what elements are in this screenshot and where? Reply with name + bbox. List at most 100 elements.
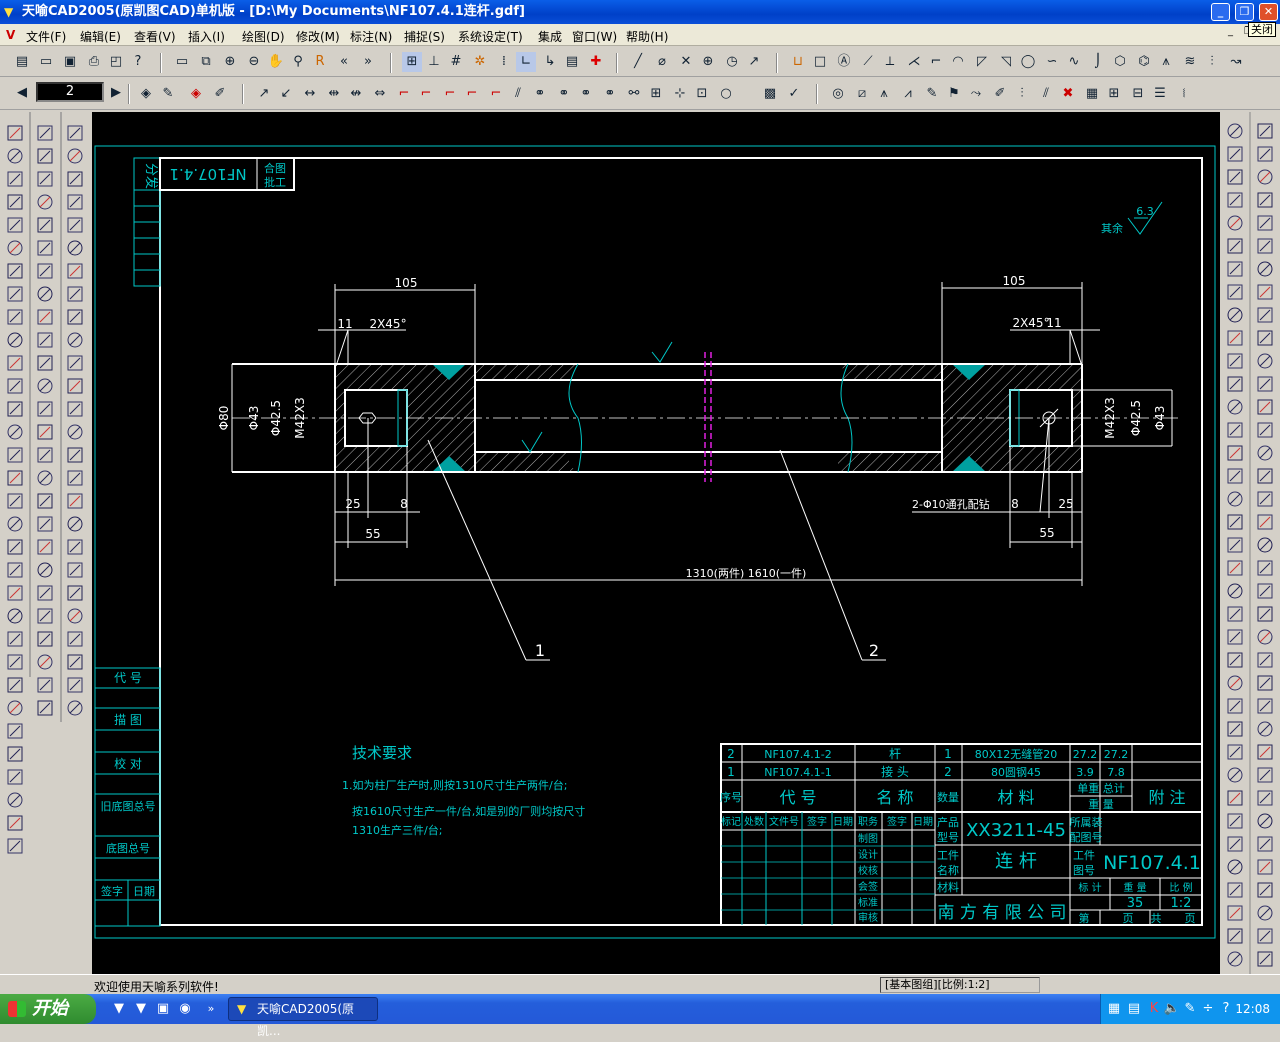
previous-layer-icon[interactable]: ◀ (12, 83, 32, 103)
print-icon[interactable]: ⎙ (84, 52, 104, 72)
extend-icon[interactable]: ↗ (744, 52, 764, 72)
grid-table-icon[interactable]: ⊞ (1104, 84, 1124, 104)
move-icon[interactable]: ⚭ (554, 84, 574, 104)
menu-window[interactable]: 窗口(W) (572, 28, 617, 45)
block-icon[interactable]: ⊔ (788, 52, 808, 72)
dim-baseline-icon[interactable]: ⇹ (324, 84, 344, 104)
left-tool-icons[interactable] (0, 112, 92, 974)
crosshair-icon[interactable]: ✚ (586, 52, 606, 72)
tray-antivirus-icon[interactable]: K (1145, 1000, 1163, 1018)
circle-tool-icon[interactable]: ○ (716, 84, 736, 104)
thread-icon[interactable]: ⫶ (1202, 52, 1222, 72)
corner-icon[interactable]: ⌐ (926, 52, 946, 72)
check-icon[interactable]: ✓ (784, 84, 804, 104)
fillet-icon[interactable]: ⌐ (394, 84, 414, 104)
close-button[interactable]: ✕ (1259, 3, 1278, 21)
cross-icon[interactable]: ✕ (676, 52, 696, 72)
mirror-icon[interactable]: ⫽ (508, 84, 528, 104)
redraw-icon[interactable]: ▭ (172, 52, 192, 72)
dim-linear-icon[interactable]: ↗ (254, 84, 274, 104)
insert-point-icon[interactable]: ⟂ (880, 52, 900, 72)
ortho-icon[interactable]: ⊥ (424, 52, 444, 72)
tray-input-icon[interactable]: ✎ (1181, 1000, 1199, 1018)
previous-view-icon[interactable]: « (334, 52, 354, 72)
pencil-icon[interactable]: ✐ (990, 84, 1010, 104)
minimize-button[interactable]: _ (1211, 3, 1230, 21)
center-mark-icon[interactable]: ⊕ (698, 52, 718, 72)
properties-icon[interactable]: ▤ (562, 52, 582, 72)
menu-view[interactable]: 查看(V) (134, 28, 176, 45)
layer-prop-icon[interactable]: ✐ (210, 84, 230, 104)
window-zoom-icon[interactable]: ⧉ (196, 52, 216, 72)
flag-icon[interactable]: ◸ (972, 52, 992, 72)
zoom-in-icon[interactable]: ⊕ (220, 52, 240, 72)
weld-icon[interactable]: ⋌ (904, 52, 924, 72)
rotate-icon[interactable]: ◷ (722, 52, 742, 72)
text-list-icon[interactable]: ☰ (1150, 84, 1170, 104)
refresh-icon[interactable]: R (310, 52, 330, 72)
wave-icon[interactable]: ∿ (1064, 52, 1084, 72)
stretch-icon[interactable]: ⚯ (624, 84, 644, 104)
leader-line-icon[interactable]: ◹ (996, 52, 1016, 72)
line-tool-icon[interactable]: ╱ (628, 52, 648, 72)
mdi-minimize-icon[interactable]: _ (1228, 26, 1233, 37)
hook-icon[interactable]: ⌡ (1088, 52, 1108, 72)
start-button[interactable]: 开始 (0, 994, 96, 1024)
tray-volume-icon[interactable]: 🔈 (1163, 1000, 1181, 1018)
zoom-realtime-icon[interactable]: ⚲ (288, 52, 308, 72)
chamfer-icon[interactable]: ⌐ (416, 84, 436, 104)
stamp-icon[interactable]: ⚑ (944, 84, 964, 104)
menu-settings[interactable]: 系统设定(T) (458, 28, 523, 45)
drawing-canvas[interactable]: 分发 NF107.4.1 合图 批工 其余 6.3 105 105 11 11 … (92, 112, 1220, 974)
trim-icon[interactable]: ⌐ (440, 84, 460, 104)
layer-manager-icon[interactable]: ◈ (136, 84, 156, 104)
zigzag-icon[interactable]: ⩘ (898, 84, 918, 104)
join-icon[interactable]: ⊡ (692, 84, 712, 104)
menu-file[interactable]: 文件(F) (26, 28, 66, 45)
angle-snap-icon[interactable]: ∟ (516, 52, 536, 72)
curve-icon[interactable]: ∽ (1042, 52, 1062, 72)
array-icon[interactable]: ⚭ (530, 84, 550, 104)
break-line-icon[interactable]: ↝ (1226, 52, 1246, 72)
tray-display-icon[interactable]: ▤ (1125, 1000, 1143, 1018)
menu-edit[interactable]: 编辑(E) (80, 28, 121, 45)
object-snap-icon[interactable]: ✲ (470, 52, 490, 72)
pan-hand-icon[interactable]: ✋ (266, 52, 286, 72)
hatch-icon[interactable]: ▩ (760, 84, 780, 104)
pen-icon[interactable]: ✎ (922, 84, 942, 104)
quicklaunch-editor-icon[interactable]: ▣ (154, 1000, 172, 1018)
next-layer-icon[interactable]: ▶ (106, 83, 126, 103)
frame-icon[interactable]: □ (810, 52, 830, 72)
layer-edit-icon[interactable]: ✎ (158, 84, 178, 104)
new-file-icon[interactable]: ▤ (12, 52, 32, 72)
ruler-icon[interactable]: ⫶ (1012, 84, 1032, 104)
menu-snap[interactable]: 捕捉(S) (404, 28, 445, 45)
menu-help[interactable]: 帮助(H) (626, 28, 668, 45)
quicklaunch-more-icon[interactable]: » (202, 1000, 220, 1018)
copy-icon[interactable]: ⚭ (576, 84, 596, 104)
group-icon[interactable]: ⊞ (646, 84, 666, 104)
delete-icon[interactable]: ✖ (1058, 84, 1078, 104)
spring-3-icon[interactable]: ⧙ (1174, 84, 1194, 104)
grid-icon[interactable]: # (446, 52, 466, 72)
print-preview-icon[interactable]: ◰ (106, 52, 126, 72)
arc-icon[interactable]: ◠ (948, 52, 968, 72)
tray-network-icon[interactable]: ▦ (1105, 1000, 1123, 1018)
menu-draw[interactable]: 绘图(D) (242, 28, 285, 45)
menu-dimension[interactable]: 标注(N) (350, 28, 392, 45)
layer-number-field[interactable]: 2 (36, 82, 104, 102)
break-icon[interactable]: ⌐ (462, 84, 482, 104)
list-icon[interactable]: ⊟ (1128, 84, 1148, 104)
spring-2-icon[interactable]: ⩚ (874, 84, 894, 104)
tray-power-icon[interactable]: ÷ (1199, 1000, 1217, 1018)
thread-2-icon[interactable]: ⫽ (1036, 84, 1056, 104)
taskbar-window-item[interactable]: ▼ 天喻CAD2005(原凯... (228, 997, 378, 1038)
table-icon[interactable]: ▦ (1082, 84, 1102, 104)
grid-dots-icon[interactable]: ⁞ (494, 52, 514, 72)
offset-icon[interactable]: ⌐ (486, 84, 506, 104)
dim-chain-icon[interactable]: ⇔ (370, 84, 390, 104)
scale-icon[interactable]: ⚭ (600, 84, 620, 104)
dim-aligned-icon[interactable]: ↙ (276, 84, 296, 104)
save-icon[interactable]: ▣ (60, 52, 80, 72)
open-file-icon[interactable]: ▭ (36, 52, 56, 72)
